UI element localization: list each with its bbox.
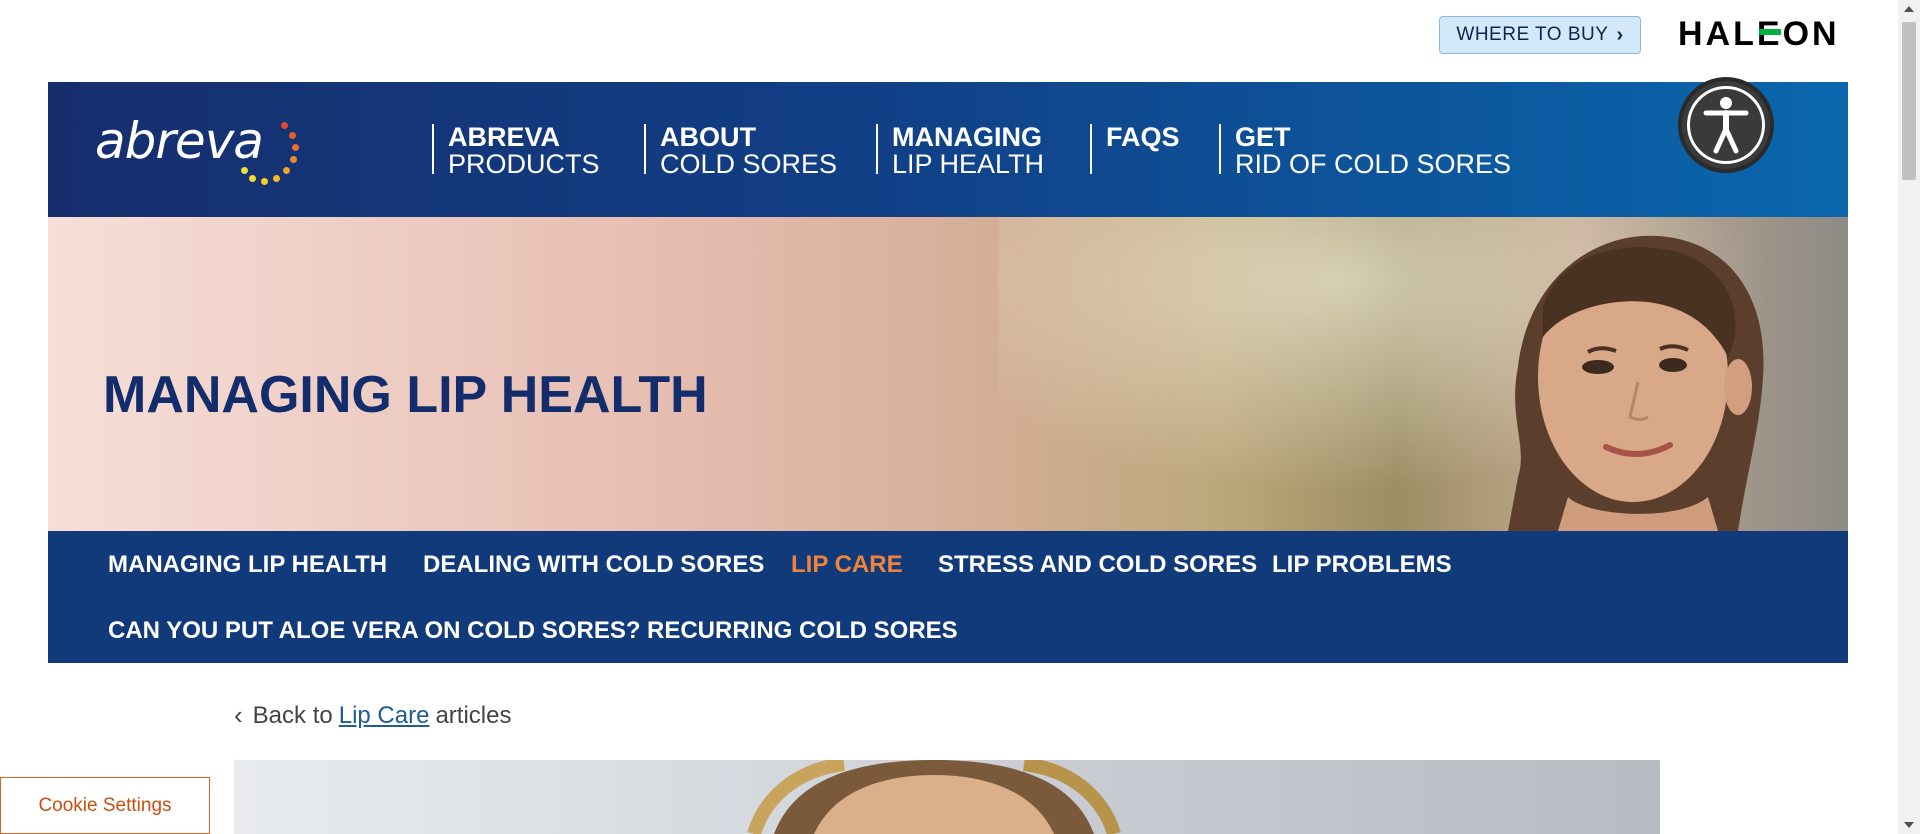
nav-faqs[interactable]: FAQS <box>1090 124 1180 174</box>
hero-banner: MANAGING LIP HEALTH <box>48 217 1848 531</box>
back-prefix: Back to <box>252 701 333 729</box>
scroll-down-icon[interactable] <box>1904 822 1914 828</box>
subnav-aloe-vera[interactable]: CAN YOU PUT ALOE VERA ON COLD SORES? <box>108 617 641 645</box>
utility-bar: WHERE TO BUY › HAL E ON <box>0 0 1898 82</box>
nav-label-line1: ABOUT <box>660 122 756 152</box>
nav-get-rid-of-cold-sores[interactable]: GET RID OF COLD SORES <box>1219 122 1511 178</box>
chevron-right-icon: › <box>1616 23 1624 46</box>
scrollbar-thumb[interactable] <box>1902 22 1916 180</box>
nav-label-line1: ABREVA <box>448 122 561 152</box>
abreva-logo[interactable]: abreva <box>95 112 305 190</box>
main-header: abreva ABREVA PRODUCTS ABOUT COLD SORES … <box>48 77 1848 217</box>
accessibility-icon <box>1703 97 1749 154</box>
scroll-up-icon[interactable] <box>1904 6 1914 12</box>
nav-label-line2: COLD SORES <box>660 149 838 179</box>
where-to-buy-label: WHERE TO BUY <box>1456 24 1609 45</box>
subnav-recurring-cold-sores[interactable]: RECURRING COLD SORES <box>647 617 958 645</box>
hero-woman-photo <box>1508 235 1764 531</box>
nav-label-line2: RID OF COLD SORES <box>1235 149 1512 179</box>
nav-abreva-products[interactable]: ABREVA PRODUCTS <box>432 122 600 178</box>
subnav-dealing-with-cold-sores[interactable]: DEALING WITH COLD SORES <box>423 551 764 579</box>
subnav-lip-care[interactable]: LIP CARE <box>791 551 903 579</box>
nav-label-line1: GET <box>1235 122 1291 152</box>
accessibility-button[interactable] <box>1678 77 1774 173</box>
cookie-settings-button[interactable]: Cookie Settings <box>0 777 210 834</box>
nav-label-line1: MANAGING <box>892 122 1042 152</box>
breadcrumb: ‹ Back to Lip Care articles <box>234 700 511 731</box>
sub-navigation: MANAGING LIP HEALTH DEALING WITH COLD SO… <box>48 531 1848 663</box>
back-suffix: articles <box>435 701 512 729</box>
page-scrollbar[interactable] <box>1898 0 1920 834</box>
chevron-left-icon: ‹ <box>234 700 243 730</box>
haleon-logo[interactable]: HAL E ON <box>1678 14 1838 54</box>
abreva-logo-text: abreva <box>95 112 264 170</box>
where-to-buy-button[interactable]: WHERE TO BUY › <box>1439 16 1641 54</box>
page-title: MANAGING LIP HEALTH <box>103 366 708 424</box>
nav-label-line2: LIP HEALTH <box>892 149 1045 179</box>
nav-about-cold-sores[interactable]: ABOUT COLD SORES <box>644 122 837 178</box>
nav-label-line1: FAQS <box>1106 122 1180 152</box>
lip-care-link[interactable]: Lip Care <box>339 702 430 730</box>
nav-label-line2: PRODUCTS <box>448 149 600 179</box>
article-hero-image <box>234 760 1660 834</box>
subnav-managing-lip-health[interactable]: MANAGING LIP HEALTH <box>108 551 387 579</box>
subnav-stress-and-cold-sores[interactable]: STRESS AND COLD SORES <box>938 551 1257 579</box>
article-photo <box>747 760 1121 834</box>
subnav-lip-problems[interactable]: LIP PROBLEMS <box>1272 551 1452 579</box>
nav-managing-lip-health[interactable]: MANAGING LIP HEALTH <box>876 122 1044 178</box>
